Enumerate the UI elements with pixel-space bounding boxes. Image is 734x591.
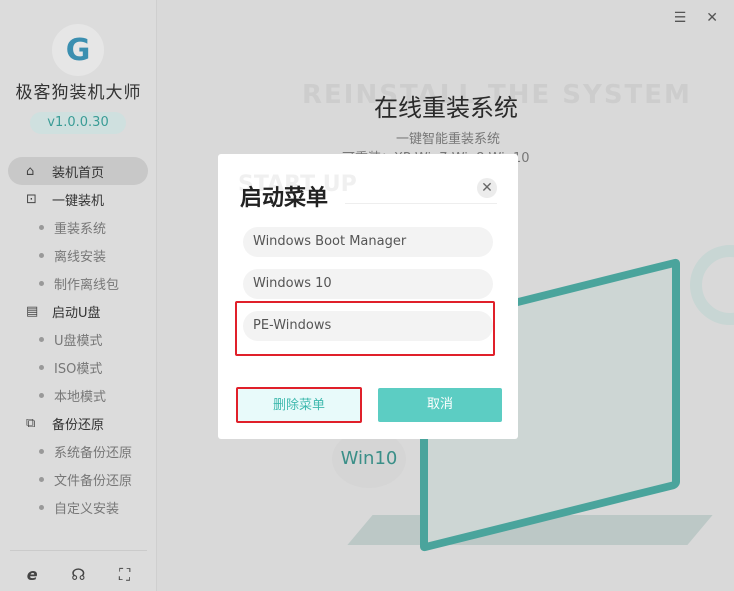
delete-menu-button[interactable]: 删除菜单	[236, 387, 362, 423]
monitor-icon: ⊡	[26, 191, 37, 207]
sidebar-subitem-system-backup[interactable]: 系统备份还原	[8, 437, 148, 465]
sidebar-subitem-reinstall[interactable]: 重装系统	[8, 213, 148, 241]
boot-option[interactable]: Windows Boot Manager	[243, 227, 493, 257]
sidebar-item-label: 启动U盘	[52, 305, 101, 321]
dot-icon	[39, 252, 44, 258]
sidebar-subitem-label: 重装系统	[54, 221, 107, 237]
sidebar-subitem-label: U盘模式	[54, 333, 103, 349]
dot-icon	[39, 476, 44, 482]
sidebar-subitem-local-mode[interactable]: 本地模式	[8, 381, 148, 409]
close-icon[interactable]: ✕	[706, 10, 718, 26]
dialog-title: 启动菜单	[240, 186, 329, 211]
ie-icon[interactable]: e	[27, 565, 38, 585]
sidebar-subitem-custom-install[interactable]: 自定义安装	[8, 493, 148, 521]
app-logo: G	[52, 24, 104, 76]
page-title: 在线重装系统	[374, 94, 518, 122]
sidebar-subitem-offline-pack[interactable]: 制作离线包	[8, 269, 148, 297]
app-name: 极客狗装机大师	[15, 83, 142, 103]
sidebar-item-label: 装机首页	[52, 165, 105, 181]
sidebar-item-one-click[interactable]: ⊡ 一键装机	[8, 185, 148, 213]
sidebar-subitem-usb-mode[interactable]: U盘模式	[8, 325, 148, 353]
dot-icon	[39, 364, 44, 370]
sidebar: G 极客狗装机大师 v1.0.0.30 ⌂ 装机首页 ⊡ 一键装机 重装系统 离线安…	[0, 0, 157, 591]
sidebar-footer: e ☊ ⛶	[10, 550, 147, 585]
boot-option[interactable]: Windows 10	[243, 269, 493, 299]
dot-icon	[39, 448, 44, 454]
sidebar-subitem-offline[interactable]: 离线安装	[8, 241, 148, 269]
version-badge: v1.0.0.30	[30, 112, 126, 134]
logo-letter: G	[65, 32, 91, 68]
sidebar-subitem-label: 本地模式	[54, 389, 107, 405]
decorative-ring	[690, 245, 734, 325]
dot-icon	[39, 336, 44, 342]
dot-icon	[39, 280, 44, 286]
cancel-button[interactable]: 取消	[378, 388, 502, 422]
sidebar-item-home[interactable]: ⌂ 装机首页	[8, 157, 148, 185]
home-icon: ⌂	[26, 163, 35, 179]
sidebar-subitem-label: 制作离线包	[54, 277, 120, 293]
close-icon[interactable]: ✕	[477, 178, 497, 198]
sidebar-subitem-label: 自定义安装	[54, 501, 120, 517]
divider	[345, 203, 497, 204]
sidebar-subitem-iso-mode[interactable]: ISO模式	[8, 353, 148, 381]
window-controls: ☰ ✕	[674, 10, 718, 26]
support-headset-icon[interactable]: ☊	[71, 565, 85, 585]
boot-menu-dialog: START UP 启动菜单 ✕ Windows Boot Manager Win…	[218, 154, 518, 439]
page-subtitle: 一键智能重装系统	[396, 132, 501, 147]
sidebar-subitem-file-backup[interactable]: 文件备份还原	[8, 465, 148, 493]
dot-icon	[39, 392, 44, 398]
sidebar-item-label: 备份还原	[52, 417, 105, 433]
sidebar-subitem-label: 系统备份还原	[54, 445, 133, 461]
sidebar-subitem-label: 文件备份还原	[54, 473, 133, 489]
sidebar-subitem-label: ISO模式	[54, 361, 103, 377]
sidebar-item-usb[interactable]: ▤ 启动U盘	[8, 297, 148, 325]
backup-icon: ⧉	[26, 415, 36, 431]
dot-icon	[39, 504, 44, 510]
sidebar-item-backup[interactable]: ⧉ 备份还原	[8, 409, 148, 437]
sidebar-subitem-label: 离线安装	[54, 249, 107, 265]
sidebar-nav: ⌂ 装机首页 ⊡ 一键装机 重装系统 离线安装 制作离线包 ▤ 启动U盘 U盘模式 I…	[8, 157, 148, 521]
dot-icon	[39, 224, 44, 230]
sidebar-item-label: 一键装机	[52, 193, 105, 209]
highlight-box	[235, 301, 495, 356]
usb-icon: ▤	[26, 303, 39, 319]
menu-icon[interactable]: ☰	[674, 10, 687, 26]
fullscreen-icon[interactable]: ⛶	[119, 565, 130, 585]
